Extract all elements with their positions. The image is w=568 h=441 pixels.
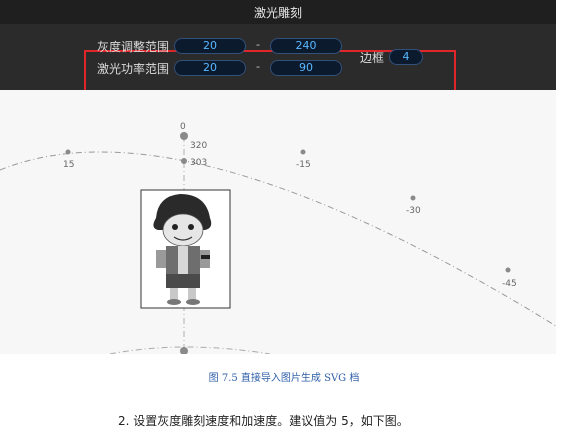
tick-label: -15	[296, 160, 311, 170]
power-max-input[interactable]: 90	[270, 60, 342, 76]
gray-range-label: 灰度调整范围	[97, 40, 170, 54]
border-input[interactable]: 4	[389, 49, 423, 65]
tick-label: -45	[502, 279, 517, 289]
figure-caption: 图 7.5 直接导入图片生成 SVG 档	[208, 373, 360, 384]
range-separator: -	[256, 60, 260, 73]
window-title: 激光雕刻	[253, 5, 302, 20]
character-shorts	[166, 274, 200, 288]
tick-label: 320	[190, 141, 207, 151]
inner-arc	[109, 346, 271, 354]
gray-max-input[interactable]: 240	[270, 38, 342, 54]
power-min-input[interactable]: 20	[174, 60, 246, 76]
character-arm	[156, 250, 166, 268]
canvas-guides: 0 15 -15 -30 -45 320 303	[0, 122, 556, 354]
instruction-paragraph: 2. 设置灰度雕刻速度和加速度。建议值为 5，如下图。	[118, 414, 409, 428]
character-shoe	[186, 299, 200, 305]
character-leg	[188, 288, 196, 300]
character-band	[201, 255, 210, 259]
engraving-canvas[interactable]: 0 15 -15 -30 -45 320 303	[0, 90, 556, 354]
tick-marker	[300, 149, 306, 155]
outer-arc	[0, 151, 556, 327]
imported-image[interactable]	[140, 189, 231, 309]
axis-handle[interactable]	[180, 132, 188, 140]
character-eye	[188, 224, 194, 230]
range-separator: -	[256, 38, 260, 51]
tick-label: 0	[180, 122, 186, 132]
tick-marker	[181, 158, 187, 164]
border-label: 边框	[360, 51, 385, 65]
engraving-toolbar: 灰度调整范围 20 - 240 激光功率范围 20 - 90 边框 4	[0, 24, 556, 110]
tick-marker	[65, 149, 71, 155]
tick-label: -30	[406, 206, 421, 216]
tick-label: 15	[63, 160, 74, 170]
character-eye	[172, 224, 178, 230]
tick-label: 303	[190, 158, 207, 168]
character-face	[162, 213, 204, 247]
axis-handle[interactable]	[180, 347, 188, 354]
power-range-label: 激光功率范围	[97, 62, 170, 76]
tick-marker	[410, 195, 416, 201]
character-shirt	[178, 246, 188, 274]
character-shoe	[167, 299, 181, 305]
gray-min-input[interactable]: 20	[174, 38, 246, 54]
tick-marker	[505, 267, 511, 273]
window-titlebar: 激光雕刻	[0, 0, 556, 24]
character-leg	[170, 288, 178, 300]
